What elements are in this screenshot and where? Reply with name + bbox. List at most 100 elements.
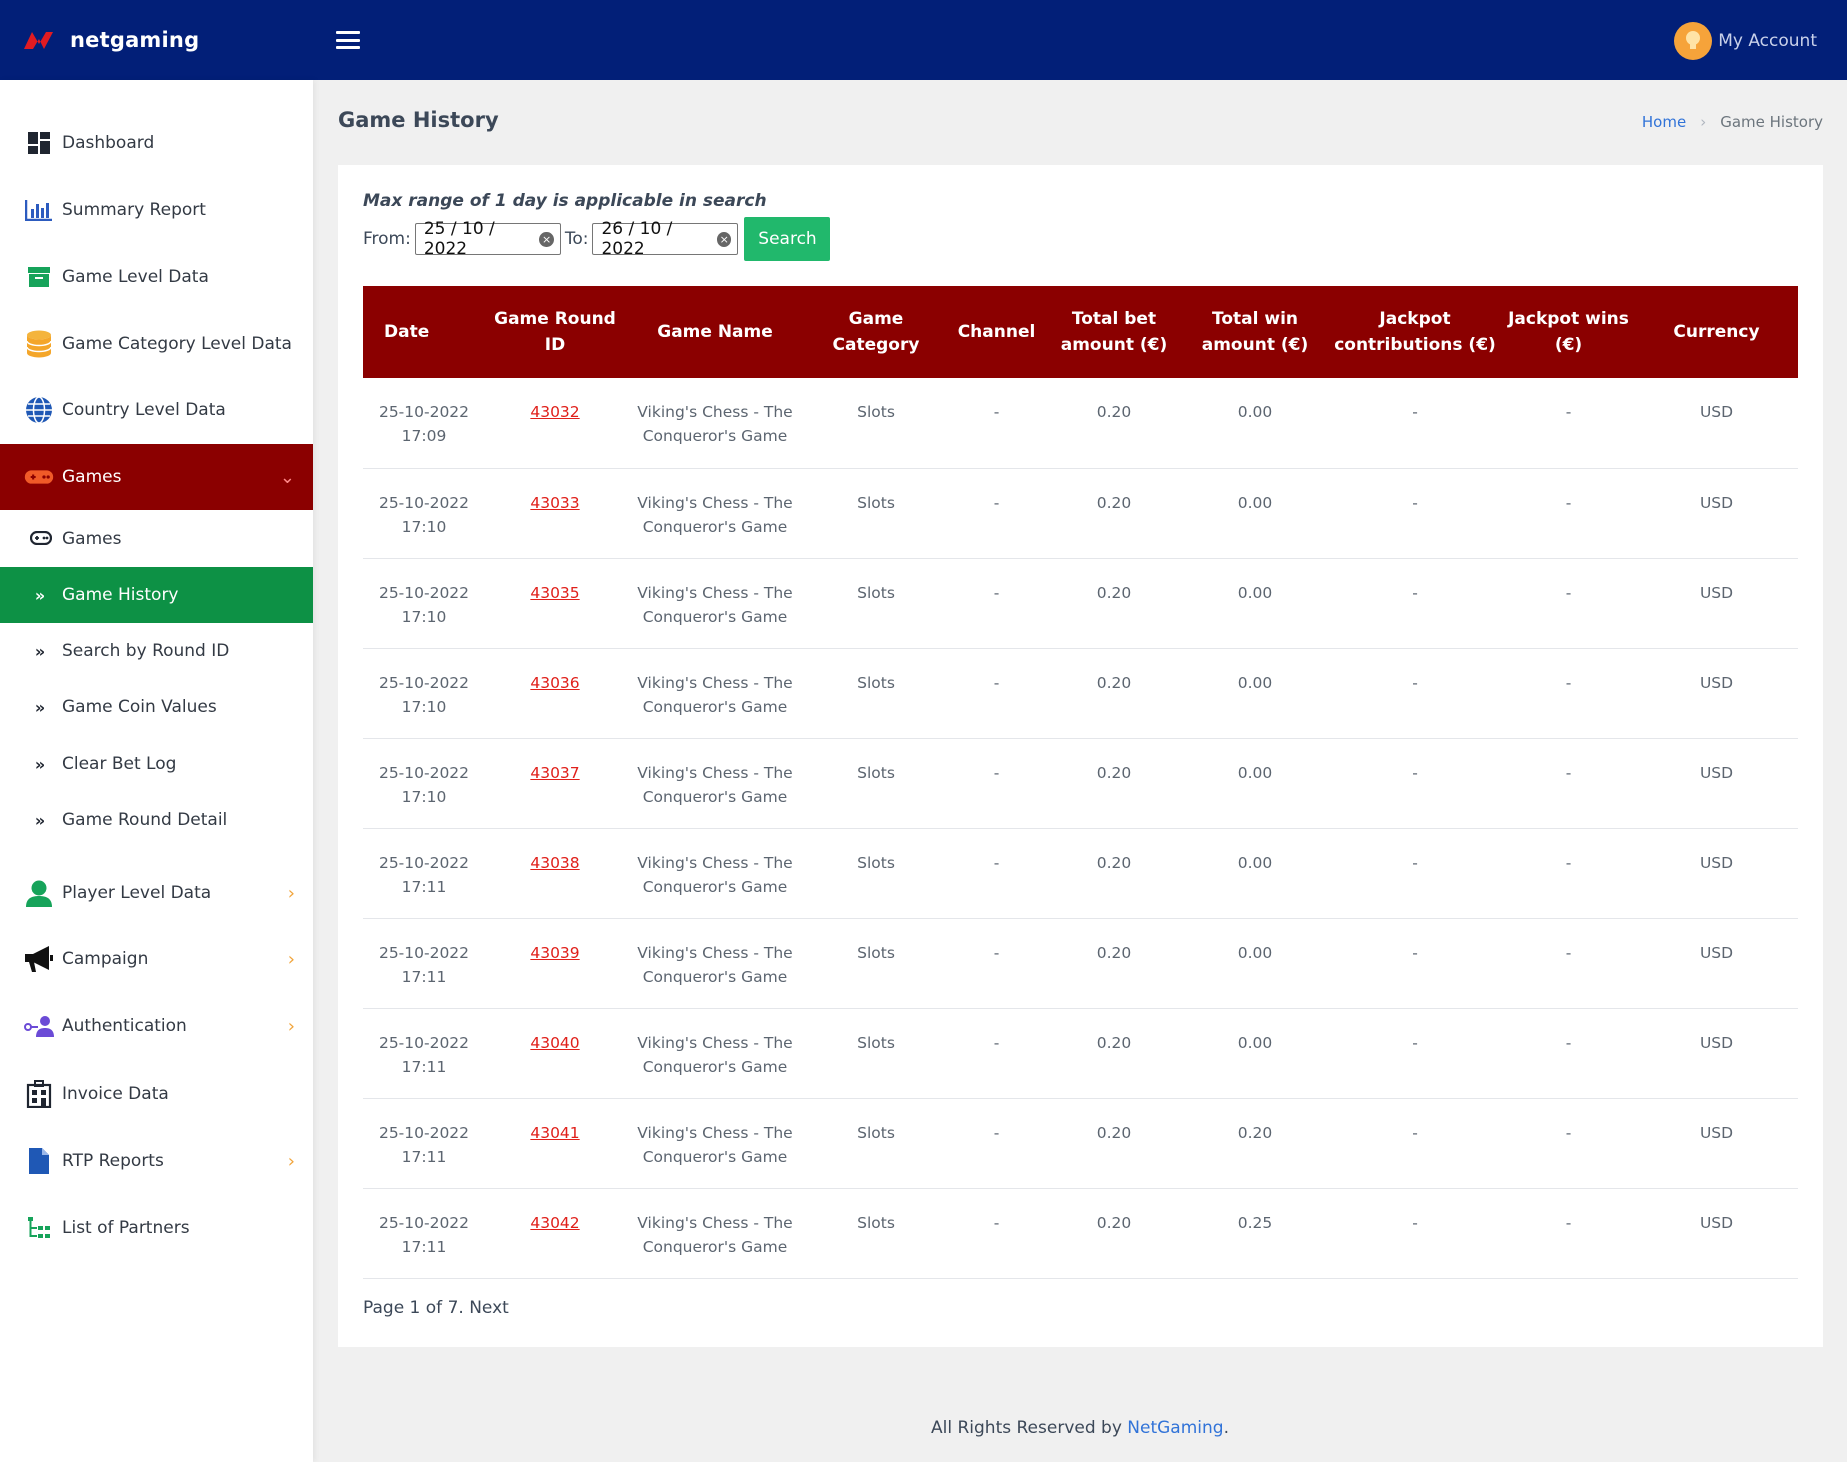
- clear-from-date-icon[interactable]: ×: [539, 231, 554, 247]
- table-row[interactable]: 25-10-2022 17:09 43032 Viking's Chess - The…: [363, 378, 1798, 468]
- sidebar-item-rtp-reports[interactable]: RTP Reports ›: [0, 1138, 313, 1184]
- cell-game-name-line2: Conqueror's Game: [642, 1057, 788, 1076]
- clear-to-date-icon[interactable]: ×: [717, 231, 732, 247]
- column-header-date[interactable]: Date: [363, 286, 485, 378]
- cell-total-bet: 0.20: [1096, 1123, 1132, 1142]
- cell-date-time: 17:11: [401, 877, 447, 896]
- table-row[interactable]: 25-10-2022 17:10 43035 Viking's Chess - The…: [363, 558, 1798, 648]
- round-id-link[interactable]: 43032: [530, 403, 579, 421]
- column-header-game-category[interactable]: Game Category: [805, 286, 947, 378]
- table-row[interactable]: 25-10-2022 17:11 43042 Viking's Chess - The…: [363, 1188, 1798, 1278]
- cell-channel: -: [993, 1213, 1000, 1232]
- my-account-menu[interactable]: My Account: [1674, 22, 1817, 60]
- cell-date-time: 17:11: [401, 1057, 447, 1076]
- game-history-card: Max range of 1 day is applicable in sear…: [338, 165, 1823, 1347]
- sidebar-sub-game-history[interactable]: » Game History: [0, 567, 313, 623]
- sidebar-sub-label: Game Coin Values: [62, 697, 217, 717]
- cell-total-bet: 0.20: [1096, 853, 1132, 872]
- cell-game-name-line2: Conqueror's Game: [642, 517, 788, 536]
- cell-jackpot-contributions: -: [1412, 493, 1418, 512]
- cell-currency: USD: [1699, 853, 1734, 872]
- cell-game-name: Viking's Chess - The Conqueror's Game: [625, 1008, 805, 1098]
- round-id-link[interactable]: 43037: [530, 764, 579, 782]
- sidebar-sub-game-round-detail[interactable]: » Game Round Detail: [0, 792, 313, 848]
- column-header-jackpot-wins[interactable]: Jackpot wins (€): [1502, 286, 1635, 378]
- sidebar-item-summary-report[interactable]: Summary Report: [0, 187, 313, 233]
- sidebar-item-game-category-level-data[interactable]: Game Category Level Data: [0, 321, 313, 367]
- table-row[interactable]: 25-10-2022 17:10 43036 Viking's Chess - The…: [363, 648, 1798, 738]
- table-row[interactable]: 25-10-2022 17:11 43040 Viking's Chess - The…: [363, 1008, 1798, 1098]
- column-header-round-id[interactable]: Game Round ID: [485, 286, 625, 378]
- sidebar-item-game-level-data[interactable]: Game Level Data: [0, 254, 313, 300]
- round-id-link[interactable]: 43041: [530, 1124, 579, 1142]
- double-chevron-icon: »: [34, 754, 46, 774]
- globe-icon: [24, 395, 54, 425]
- column-header-total-bet[interactable]: Total bet amount (€): [1046, 286, 1182, 378]
- round-id-link[interactable]: 43035: [530, 584, 579, 602]
- sidebar-item-dashboard[interactable]: Dashboard: [0, 120, 313, 166]
- to-date-input[interactable]: 26 / 10 / 2022 ×: [592, 219, 739, 259]
- column-header-jackpot-contributions[interactable]: Jackpot contributions (€): [1328, 286, 1502, 378]
- sidebar-item-country-level-data[interactable]: Country Level Data: [0, 387, 313, 433]
- breadcrumb-home-link[interactable]: Home: [1642, 113, 1686, 131]
- breadcrumb-separator-icon: ›: [1700, 113, 1707, 131]
- next-page-link[interactable]: Next: [469, 1298, 509, 1318]
- sidebar-item-invoice-data[interactable]: Invoice Data: [0, 1071, 313, 1117]
- table-row[interactable]: 25-10-2022 17:11 43039 Viking's Chess - The…: [363, 918, 1798, 1008]
- footer: All Rights Reserved by NetGaming.: [313, 1418, 1847, 1438]
- table-row[interactable]: 25-10-2022 17:11 43038 Viking's Chess - The…: [363, 828, 1798, 918]
- round-id-link[interactable]: 43040: [530, 1034, 579, 1052]
- sidebar-sub-games[interactable]: Games: [0, 511, 313, 567]
- round-id-link[interactable]: 43042: [530, 1214, 579, 1232]
- cell-game-name-line1: Viking's Chess - The: [637, 943, 793, 962]
- sidebar-item-games[interactable]: Games ⌄: [0, 444, 313, 510]
- cell-game-name-line1: Viking's Chess - The: [637, 493, 793, 512]
- table-row[interactable]: 25-10-2022 17:10 43033 Viking's Chess - The…: [363, 468, 1798, 558]
- round-id-link[interactable]: 43036: [530, 674, 579, 692]
- search-range-hint: Max range of 1 day is applicable in sear…: [363, 191, 767, 211]
- sidebar-sub-clear-bet-log[interactable]: » Clear Bet Log: [0, 736, 313, 792]
- cell-date-day: 25-10-2022: [378, 853, 470, 872]
- menu-toggle-icon[interactable]: [336, 31, 360, 49]
- sidebar-item-player-level-data[interactable]: Player Level Data ›: [0, 870, 313, 916]
- column-header-total-win[interactable]: Total win amount (€): [1182, 286, 1328, 378]
- cell-total-bet: 0.20: [1096, 493, 1132, 512]
- table-row[interactable]: 25-10-2022 17:11 43041 Viking's Chess - The…: [363, 1098, 1798, 1188]
- cell-jackpot-contributions: -: [1412, 943, 1418, 962]
- sidebar-item-label: Summary Report: [62, 200, 206, 220]
- column-header-channel[interactable]: Channel: [947, 286, 1046, 378]
- footer-brand-link[interactable]: NetGaming: [1127, 1418, 1223, 1438]
- sidebar-item-list-of-partners[interactable]: List of Partners: [0, 1205, 313, 1251]
- top-bar: netgaming My Account: [0, 0, 1847, 80]
- from-date-input[interactable]: 25 / 10 / 2022 ×: [414, 219, 561, 259]
- search-button[interactable]: Search: [744, 217, 831, 261]
- cell-date: 25-10-2022 17:11: [363, 918, 485, 1008]
- cell-date: 25-10-2022 17:10: [363, 558, 485, 648]
- sidebar-item-campaign[interactable]: Campaign ›: [0, 936, 313, 982]
- sidebar-item-authentication[interactable]: Authentication ›: [0, 1003, 313, 1049]
- cell-total-win: 0.00: [1237, 583, 1273, 602]
- round-id-link[interactable]: 43038: [530, 854, 579, 872]
- sidebar-sub-search-by-round-id[interactable]: » Search by Round ID: [0, 623, 313, 679]
- round-id-link[interactable]: 43033: [530, 494, 579, 512]
- brand[interactable]: netgaming: [0, 27, 313, 53]
- cell-channel: -: [993, 1033, 1000, 1052]
- cell-jackpot-wins: -: [1565, 763, 1572, 782]
- column-header-game-name[interactable]: Game Name: [625, 286, 805, 378]
- cell-round-id: 43042: [485, 1188, 625, 1278]
- sidebar-sub-game-coin-values[interactable]: » Game Coin Values: [0, 679, 313, 735]
- cell-total-win: 0.00: [1237, 673, 1273, 692]
- cell-date-day: 25-10-2022: [378, 583, 470, 602]
- round-id-link[interactable]: 43039: [530, 944, 579, 962]
- sidebar-item-label: List of Partners: [62, 1218, 190, 1238]
- cell-currency: USD: [1699, 943, 1734, 962]
- game-history-table: Date Game Round ID Game Name Game Catego…: [363, 286, 1798, 1279]
- to-label: To:: [564, 229, 589, 249]
- cell-channel: -: [993, 673, 1000, 692]
- table-row[interactable]: 25-10-2022 17:10 43037 Viking's Chess - The…: [363, 738, 1798, 828]
- sidebar-sub-label: Clear Bet Log: [62, 754, 177, 774]
- cell-game-name-line1: Viking's Chess - The: [637, 673, 793, 692]
- cell-date: 25-10-2022 17:10: [363, 738, 485, 828]
- sidebar-sub-label: Search by Round ID: [62, 641, 230, 661]
- column-header-currency[interactable]: Currency: [1635, 286, 1798, 378]
